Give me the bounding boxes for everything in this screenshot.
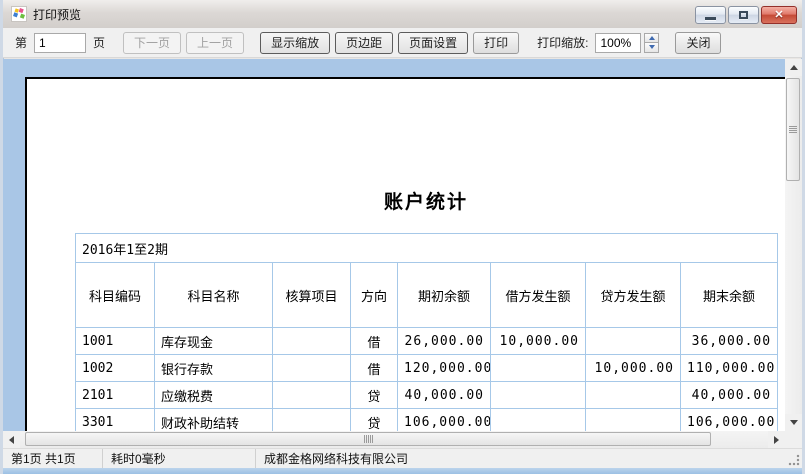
page-number-input[interactable] <box>34 33 86 53</box>
header-opening-balance: 期初余额 <box>398 263 491 328</box>
page-number-suffix-label: 页 <box>91 34 107 51</box>
scroll-up-button[interactable] <box>785 59 802 76</box>
cell-closing-balance: 40,000.00 <box>681 382 778 409</box>
header-direction: 方向 <box>351 263 398 328</box>
header-closing-balance: 期末余额 <box>681 263 778 328</box>
header-credit-amount: 贷方发生额 <box>586 263 681 328</box>
maximize-icon <box>739 11 748 19</box>
status-page-info: 第1页 共1页 <box>3 449 103 468</box>
cell-accounting-item <box>273 382 351 409</box>
cell-accounting-item <box>273 328 351 355</box>
minimize-icon <box>705 17 716 20</box>
cell-credit-amount <box>586 328 681 355</box>
status-company-name: 成都金格网络科技有限公司 <box>256 449 802 468</box>
thumb-grip-icon <box>789 126 797 133</box>
close-icon: ✕ <box>774 10 783 21</box>
horizontal-scroll-thumb[interactable] <box>25 432 711 446</box>
cell-subject-name: 应缴税费 <box>155 382 273 409</box>
table-header-row: 科目编码 科目名称 核算项目 方向 期初余额 借方发生额 贷方发生额 期末余额 <box>76 263 778 328</box>
next-page-button[interactable]: 下一页 <box>123 32 181 54</box>
cell-subject-code: 1001 <box>76 328 155 355</box>
minimize-button[interactable] <box>695 6 726 24</box>
print-zoom-spinner <box>644 33 659 53</box>
cell-opening-balance: 40,000.00 <box>398 382 491 409</box>
page-margins-button[interactable]: 页边距 <box>335 32 393 54</box>
cell-credit-amount: 10,000.00 <box>586 355 681 382</box>
cell-credit-amount <box>586 382 681 409</box>
table-row: 1001 库存现金 借 26,000.00 10,000.00 36,000.0… <box>76 328 778 355</box>
print-button[interactable]: 打印 <box>473 32 519 54</box>
spinner-up-button[interactable] <box>644 33 659 44</box>
scroll-down-button[interactable] <box>785 414 802 431</box>
thumb-grip-icon <box>364 435 373 443</box>
maximize-button[interactable] <box>728 6 759 24</box>
arrow-left-icon <box>9 436 14 444</box>
cell-closing-balance: 110,000.00 <box>681 355 778 382</box>
cell-direction: 贷 <box>351 382 398 409</box>
cell-accounting-item <box>273 355 351 382</box>
spinner-down-button[interactable] <box>644 43 659 53</box>
titlebar: 打印预览 ✕ <box>3 0 802 28</box>
cell-opening-balance: 26,000.00 <box>398 328 491 355</box>
cell-subject-code: 2101 <box>76 382 155 409</box>
app-pinwheel-icon <box>11 6 27 22</box>
show-zoom-button[interactable]: 显示缩放 <box>260 32 330 54</box>
resize-grip[interactable] <box>788 454 800 466</box>
page-setup-button[interactable]: 页面设置 <box>398 32 468 54</box>
cell-debit-amount: 10,000.00 <box>491 328 586 355</box>
arrow-down-icon <box>790 420 798 425</box>
report-title: 账户统计 <box>75 187 777 214</box>
page-number-prefix-label: 第 <box>13 34 29 51</box>
header-subject-name: 科目名称 <box>155 263 273 328</box>
window-title: 打印预览 <box>33 6 81 23</box>
preview-area: 账户统计 2016年1至2期 科目编码 科目名称 核算项目 方向 期初余额 借方… <box>3 59 802 448</box>
cell-opening-balance: 120,000.00 <box>398 355 491 382</box>
spinner-down-icon <box>649 45 655 49</box>
print-zoom-input[interactable] <box>595 33 641 53</box>
prev-page-button[interactable]: 上一页 <box>186 32 244 54</box>
cell-subject-code: 1002 <box>76 355 155 382</box>
cell-debit-amount <box>491 382 586 409</box>
cell-direction: 借 <box>351 328 398 355</box>
cell-direction: 借 <box>351 355 398 382</box>
window-bottom-border <box>3 468 802 474</box>
print-zoom-label: 打印缩放: <box>535 34 590 51</box>
print-preview-window: 打印预览 ✕ 第 页 下一页 上一页 显示缩放 页边距 页面设置 打印 打印缩放… <box>0 0 805 474</box>
status-elapsed-time: 耗时0毫秒 <box>103 449 256 468</box>
account-statistics-table: 2016年1至2期 科目编码 科目名称 核算项目 方向 期初余额 借方发生额 贷… <box>75 233 778 436</box>
cell-debit-amount <box>491 355 586 382</box>
document-page: 账户统计 2016年1至2期 科目编码 科目名称 核算项目 方向 期初余额 借方… <box>25 77 802 448</box>
close-preview-button[interactable]: 关闭 <box>675 32 721 54</box>
toolbar: 第 页 下一页 上一页 显示缩放 页边距 页面设置 打印 打印缩放: 关闭 <box>3 28 802 58</box>
period-cell: 2016年1至2期 <box>76 234 778 263</box>
table-period-row: 2016年1至2期 <box>76 234 778 263</box>
scroll-left-button[interactable] <box>3 431 20 448</box>
scrollbar-corner <box>785 431 802 448</box>
close-window-button[interactable]: ✕ <box>761 6 797 24</box>
cell-subject-name: 库存现金 <box>155 328 273 355</box>
header-debit-amount: 借方发生额 <box>491 263 586 328</box>
cell-closing-balance: 36,000.00 <box>681 328 778 355</box>
arrow-right-icon <box>774 436 779 444</box>
vertical-scrollbar[interactable] <box>785 59 802 431</box>
scroll-right-button[interactable] <box>768 431 785 448</box>
arrow-up-icon <box>790 65 798 70</box>
table-row: 1002 银行存款 借 120,000.00 10,000.00 110,000… <box>76 355 778 382</box>
vertical-scroll-thumb[interactable] <box>786 78 800 181</box>
horizontal-scrollbar[interactable] <box>3 431 785 448</box>
header-accounting-item: 核算项目 <box>273 263 351 328</box>
spinner-up-icon <box>649 36 655 40</box>
statusbar: 第1页 共1页 耗时0毫秒 成都金格网络科技有限公司 <box>3 448 802 468</box>
cell-subject-name: 银行存款 <box>155 355 273 382</box>
window-controls: ✕ <box>695 6 797 24</box>
header-subject-code: 科目编码 <box>76 263 155 328</box>
table-row: 2101 应缴税费 贷 40,000.00 40,000.00 <box>76 382 778 409</box>
